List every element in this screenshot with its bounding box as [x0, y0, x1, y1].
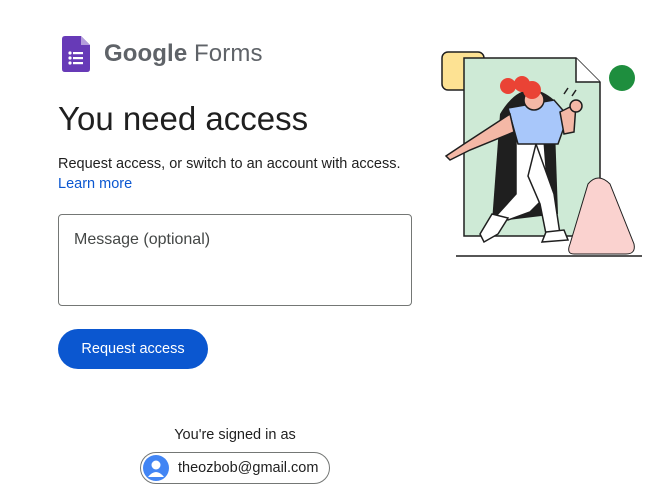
person-walking-through-document-illustration	[441, 51, 642, 257]
person-avatar-icon	[143, 455, 169, 481]
brand-name: Google Forms	[104, 40, 263, 68]
page-title: You need access	[58, 100, 309, 137]
message-input[interactable]	[59, 215, 411, 305]
brand-product: Forms	[194, 40, 263, 67]
account-chip[interactable]: theozbob@gmail.com	[140, 452, 330, 484]
message-field[interactable]	[58, 214, 412, 306]
brand-google: Google	[104, 40, 188, 67]
google-forms-icon	[62, 36, 90, 72]
signed-in-label: You're signed in as	[174, 427, 296, 443]
access-description: Request access, or switch to an account …	[58, 156, 401, 172]
learn-more-link[interactable]: Learn more	[58, 176, 132, 192]
account-email: theozbob@gmail.com	[178, 460, 319, 476]
request-access-button[interactable]: Request access	[58, 329, 208, 369]
